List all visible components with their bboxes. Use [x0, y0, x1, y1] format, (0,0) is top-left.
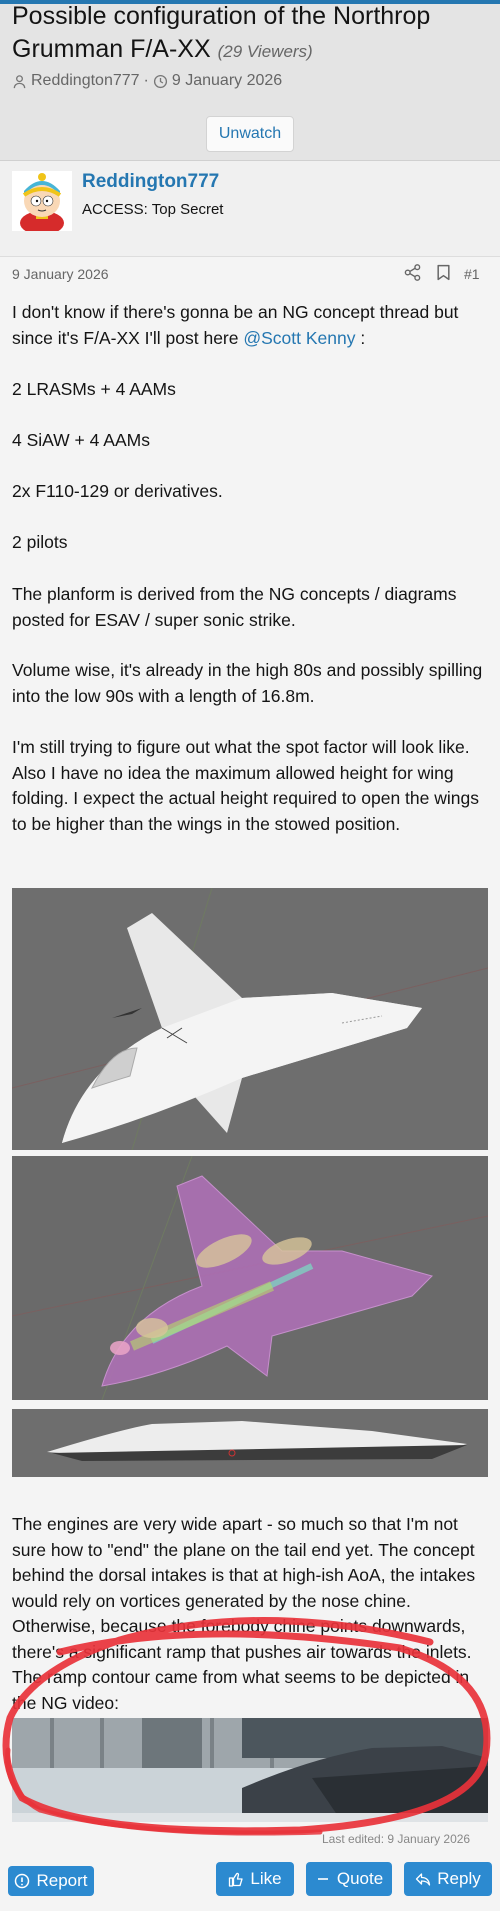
bookmark-icon[interactable]: [436, 264, 451, 281]
engine-line: 2x F110-129 or derivatives.: [12, 481, 223, 501]
like-button[interactable]: Like: [216, 1862, 294, 1896]
report-label: Report: [36, 1871, 88, 1890]
avatar[interactable]: [12, 171, 72, 231]
user-title: ACCESS: Top Secret: [82, 201, 224, 218]
reply-icon: [416, 1873, 431, 1886]
quote-label: Quote: [336, 1869, 384, 1888]
reply-button[interactable]: Reply: [404, 1862, 492, 1896]
quote-button[interactable]: Quote: [306, 1862, 392, 1896]
aircraft-render-image-1[interactable]: [12, 888, 488, 1150]
report-button[interactable]: Report: [8, 1866, 94, 1896]
user-icon: [13, 74, 26, 88]
intro-colon: :: [355, 327, 366, 348]
thread-date[interactable]: 9 January 2026: [172, 72, 282, 90]
post-date[interactable]: 9 January 2026: [12, 266, 109, 282]
share-icon[interactable]: [404, 264, 421, 281]
post-number[interactable]: #1: [464, 266, 480, 282]
engine-intake-paragraph: The engines are very wide apart - so muc…: [12, 1514, 476, 1713]
thread-author[interactable]: Reddington777: [31, 72, 140, 90]
post-meta: 9 January 2026 #1: [12, 264, 488, 284]
planform-paragraph: The planform is derived from the NG conc…: [12, 584, 457, 630]
viewer-count: (29 Viewers): [217, 42, 313, 61]
ng-video-still-image[interactable]: [12, 1718, 488, 1822]
user-mention-link[interactable]: @Scott Kenny: [243, 328, 355, 348]
post-username[interactable]: Reddington777: [82, 171, 219, 193]
post-user-block: Reddington777 ACCESS: Top Secret: [0, 161, 500, 257]
clock-icon: [153, 74, 167, 88]
intro-text: I don't know if there's gonna be an NG c…: [12, 302, 459, 348]
thread-title: Possible configuration of the Northrop G…: [12, 0, 482, 68]
unwatch-button[interactable]: Unwatch: [206, 116, 294, 152]
minus-icon: [317, 1878, 328, 1880]
like-label: Like: [250, 1869, 282, 1888]
crew-line: 2 pilots: [12, 532, 68, 552]
last-edited-note: Last edited: 9 January 2026: [322, 1832, 471, 1846]
reply-label: Reply: [437, 1869, 481, 1888]
thumbs-up-icon: [229, 1872, 244, 1887]
spot-factor-paragraph: I'm still trying to figure out what the …: [12, 737, 479, 834]
aircraft-render-image-2[interactable]: [12, 1156, 488, 1400]
thread-meta: Reddington777 · 9 January 2026: [12, 72, 282, 90]
aircraft-render-image-3[interactable]: [12, 1409, 488, 1477]
report-icon: [15, 1873, 30, 1889]
thread-header: Possible configuration of the Northrop G…: [0, 2, 500, 161]
meta-separator: ·: [143, 72, 149, 89]
volume-paragraph: Volume wise, it's already in the high 80…: [12, 660, 483, 706]
post-intro: I don't know if there's gonna be an NG c…: [12, 300, 488, 351]
loadout-line-1: 2 LRASMs + 4 AAMs: [12, 379, 176, 399]
loadout-line-2: 4 SiAW + 4 AAMs: [12, 430, 150, 450]
